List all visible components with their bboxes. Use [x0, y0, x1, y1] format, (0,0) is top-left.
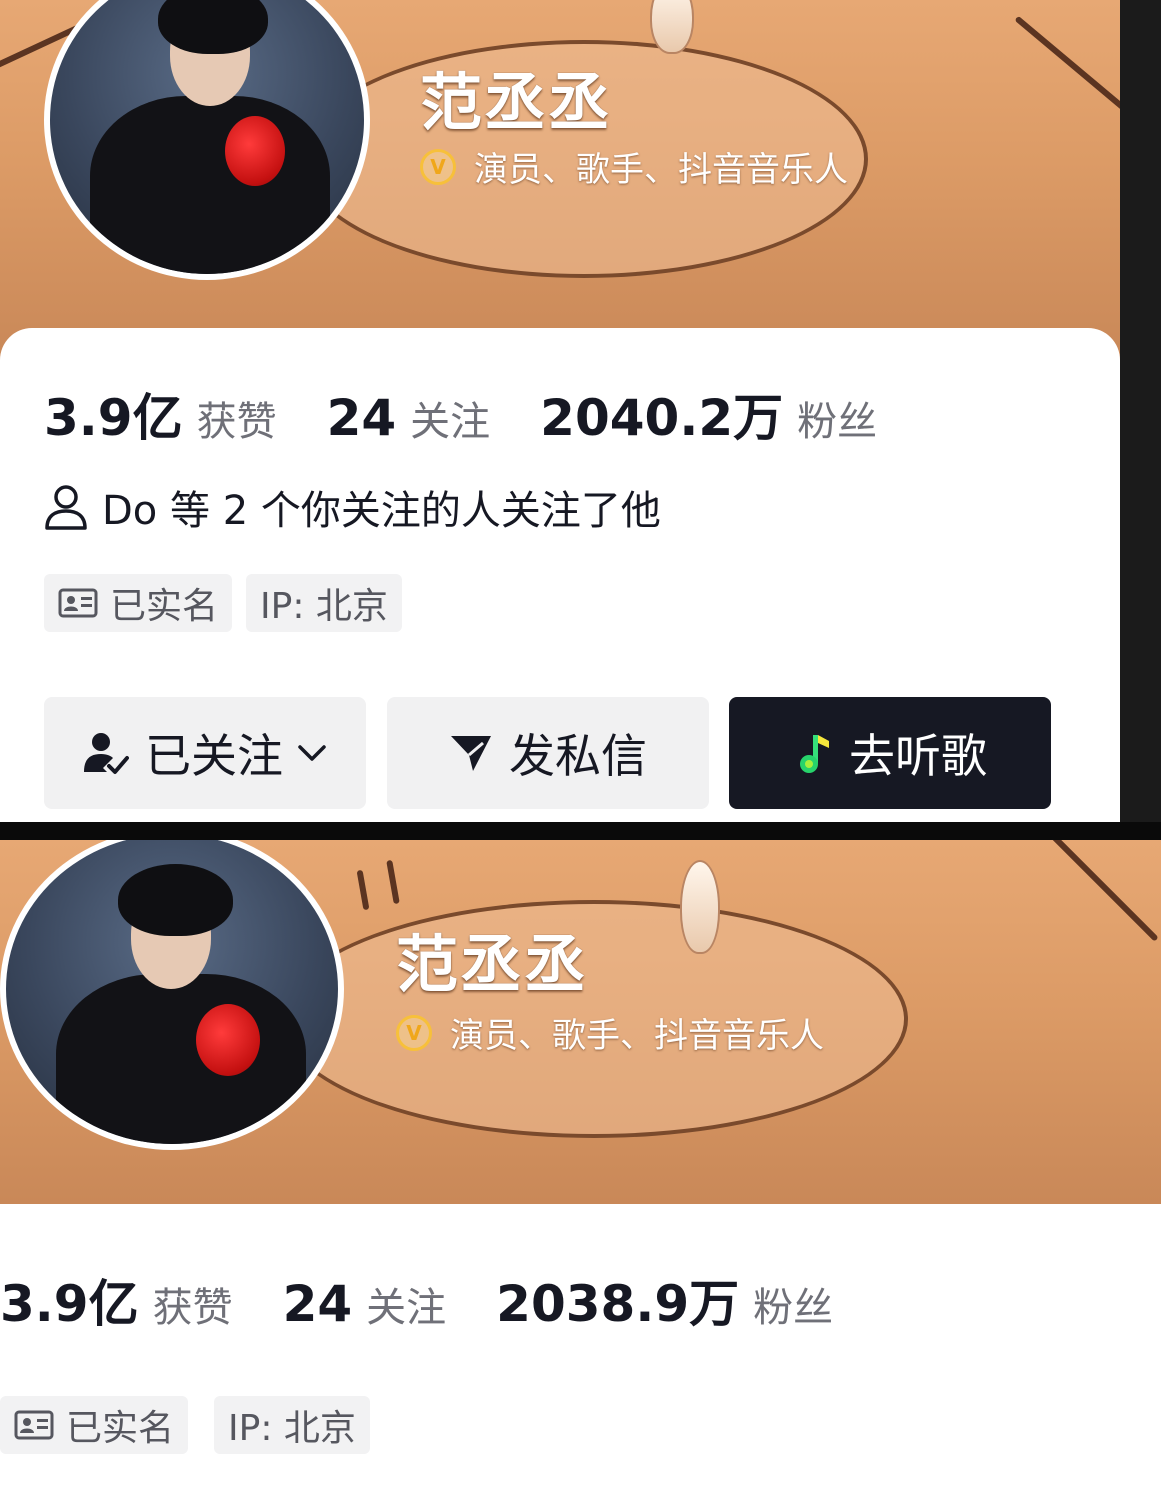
avatar-flower: [225, 116, 285, 186]
followers-label[interactable]: 粉丝: [753, 1275, 833, 1333]
following-count[interactable]: 24: [283, 1275, 353, 1333]
likes-count: 3.9亿: [0, 1275, 139, 1333]
realname-text: 已实名: [110, 586, 219, 627]
mutual-follow-text: Do 等 2 个你关注的人关注了他: [102, 488, 661, 534]
banner-art-line: [1014, 15, 1120, 111]
listen-music-button[interactable]: 去听歌: [729, 697, 1051, 809]
avatar-flower: [196, 1004, 260, 1076]
banner-art-line: [356, 869, 370, 911]
verification-text: 演员、歌手、抖音音乐人: [450, 1016, 824, 1056]
verified-badge-icon: V: [420, 148, 456, 185]
verification-row: V 演员、歌手、抖音音乐人: [396, 1008, 824, 1057]
banner-art-tear: [650, 0, 694, 54]
banner-art-line: [1041, 840, 1159, 942]
ip-tag: IP: 北京: [246, 574, 402, 632]
chevron-down-icon: [297, 743, 327, 763]
following-label[interactable]: 关注: [366, 1275, 446, 1333]
likes-label: 获赞: [196, 399, 277, 445]
bottom-profile-screenshot: 范丞丞 V 演员、歌手、抖音音乐人 3.9亿 获赞 24 关注 2038.9万 …: [0, 840, 1161, 1507]
verification-text: 演员、歌手、抖音音乐人: [474, 150, 848, 190]
banner-art-tear: [680, 860, 720, 954]
message-button[interactable]: 发私信: [387, 697, 709, 809]
ip-location-text: IP: 北京: [228, 1408, 356, 1449]
avatar[interactable]: [0, 840, 344, 1150]
right-edge-strip: [1120, 0, 1161, 826]
avatar-body: [56, 974, 306, 1144]
profile-info-card: [0, 1204, 1161, 1507]
avatar-body: [90, 96, 330, 274]
following-button[interactable]: 已关注: [44, 697, 366, 809]
username: 范丞丞: [420, 66, 613, 139]
realname-tag[interactable]: 已实名: [0, 1396, 189, 1454]
avatar-hair: [118, 864, 233, 936]
top-profile-screenshot: 范丞丞 V 演员、歌手、抖音音乐人 3.9亿 获赞 24 关注 2040.2万 …: [0, 0, 1120, 822]
likes-count: 3.9亿: [44, 389, 183, 447]
realname-text: 已实名: [66, 1408, 175, 1449]
message-button-label: 发私信: [509, 729, 647, 783]
following-count[interactable]: 24: [327, 389, 397, 447]
followers-count[interactable]: 2038.9万: [496, 1264, 739, 1336]
mutual-follow-row[interactable]: Do 等 2 个你关注的人关注了他: [44, 478, 661, 536]
id-card-icon: [14, 1409, 54, 1441]
stats-row: 3.9亿 获赞 24 关注 2038.9万 粉丝: [0, 1264, 883, 1336]
following-label[interactable]: 关注: [410, 389, 490, 447]
realname-tag[interactable]: 已实名: [44, 574, 233, 632]
following-button-label: 已关注: [145, 729, 283, 783]
ip-location-text: IP: 北京: [260, 586, 388, 627]
avatar[interactable]: [44, 0, 370, 280]
id-card-icon: [58, 587, 98, 619]
verification-row: V 演员、歌手、抖音音乐人: [420, 142, 848, 191]
followers-label[interactable]: 粉丝: [797, 389, 877, 447]
banner-art-line: [386, 859, 400, 905]
listen-music-button-label: 去听歌: [849, 729, 987, 783]
verified-badge-icon: V: [396, 1014, 432, 1051]
send-icon: [449, 733, 493, 773]
stats-row: 3.9亿 获赞 24 关注 2040.2万 粉丝: [44, 378, 927, 450]
followers-count[interactable]: 2040.2万: [540, 378, 783, 450]
likes-label: 获赞: [152, 1285, 233, 1331]
user-outline-icon: [44, 483, 88, 531]
ip-tag: IP: 北京: [214, 1396, 370, 1454]
avatar-hair: [158, 0, 268, 54]
username: 范丞丞: [396, 928, 589, 1001]
screenshot-divider: [0, 822, 1161, 840]
music-note-icon: [793, 731, 833, 775]
user-check-icon: [83, 730, 129, 776]
